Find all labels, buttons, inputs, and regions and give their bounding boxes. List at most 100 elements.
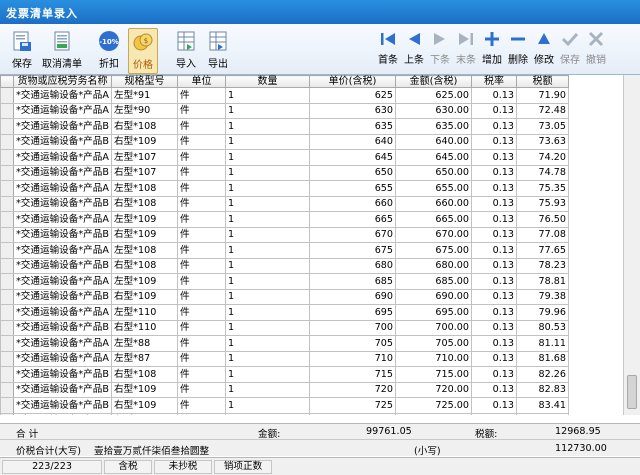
table-cell[interactable]: 78.23 <box>516 257 569 274</box>
table-cell[interactable]: 0.13 <box>471 118 517 135</box>
table-cell[interactable]: 670.00 <box>395 226 472 243</box>
column-header[interactable]: 税率 <box>471 75 517 88</box>
table-cell[interactable]: 右型*109 <box>111 133 178 150</box>
first-record-button[interactable]: 首条 <box>376 30 400 72</box>
table-cell[interactable]: 1 <box>225 381 310 398</box>
table-cell[interactable]: 730.00 <box>395 412 472 415</box>
table-cell[interactable]: 1 <box>225 149 310 166</box>
table-cell[interactable]: 件 <box>177 257 226 274</box>
table-cell[interactable]: 74.78 <box>516 164 569 181</box>
row-indicator[interactable] <box>0 242 14 259</box>
table-cell[interactable]: 件 <box>177 335 226 352</box>
table-cell[interactable]: 675 <box>309 242 396 259</box>
scrollbar-thumb[interactable] <box>627 375 637 409</box>
row-indicator[interactable] <box>0 211 14 228</box>
row-indicator[interactable] <box>0 164 14 181</box>
row-indicator[interactable] <box>0 381 14 398</box>
table-cell[interactable]: 0.13 <box>471 257 517 274</box>
table-cell[interactable]: 680.00 <box>395 257 472 274</box>
table-cell[interactable]: 0.13 <box>471 366 517 383</box>
column-header[interactable]: 规格型号 <box>111 75 178 88</box>
table-cell[interactable]: 81.11 <box>516 335 569 352</box>
table-cell[interactable]: 件 <box>177 180 226 197</box>
table-row[interactable]: *交通运输设备*产品B 右型*108 件 1 660 660.00 0.13 75.93 <box>0 195 569 212</box>
table-cell[interactable]: 0.13 <box>471 381 517 398</box>
table-cell[interactable]: 0.13 <box>471 304 517 321</box>
table-row[interactable]: *交通运输设备*产品A 左型*107 件 1 645 645.00 0.13 74.20 <box>0 149 569 166</box>
table-row[interactable]: *交通运输设备*产品B 右型*110 件 1 700 700.00 0.13 80.53 <box>0 319 569 336</box>
table-cell[interactable]: *交通运输设备*产品A <box>13 211 112 228</box>
table-cell[interactable]: 左型*109 <box>111 273 178 290</box>
save-record-button[interactable]: 保存 <box>558 30 582 72</box>
table-cell[interactable]: 83.41 <box>516 397 569 414</box>
table-row[interactable]: *交通运输设备*产品A 左型*110 件 1 695 695.00 0.13 79.96 <box>0 304 569 321</box>
table-cell[interactable]: *交通运输设备*产品B <box>13 226 112 243</box>
table-cell[interactable]: *交通运输设备*产品A <box>13 350 112 367</box>
table-cell[interactable]: *交通运输设备*产品B <box>13 397 112 414</box>
table-cell[interactable]: *交通运输设备*产品A <box>13 335 112 352</box>
column-header[interactable]: 单位 <box>177 75 226 88</box>
table-cell[interactable]: 660 <box>309 195 396 212</box>
table-row[interactable]: *交通运输设备*产品A 左型*88 件 1 705 705.00 0.13 81.11 <box>0 335 569 352</box>
table-cell[interactable]: 79.38 <box>516 288 569 305</box>
table-cell[interactable]: 件 <box>177 412 226 415</box>
table-cell[interactable]: 635.00 <box>395 118 472 135</box>
row-indicator[interactable] <box>0 102 14 119</box>
table-cell[interactable]: 件 <box>177 288 226 305</box>
table-row[interactable]: *交通运输设备*产品B 右型*107 件 1 650 650.00 0.13 74.78 <box>0 164 569 181</box>
table-cell[interactable]: 730 <box>309 412 396 415</box>
table-cell[interactable]: *交通运输设备*产品B <box>13 195 112 212</box>
table-cell[interactable]: 0.13 <box>471 149 517 166</box>
table-cell[interactable]: 695.00 <box>395 304 472 321</box>
table-cell[interactable]: 640.00 <box>395 133 472 150</box>
table-cell[interactable]: 1 <box>225 164 310 181</box>
table-cell[interactable]: 665 <box>309 211 396 228</box>
table-cell[interactable]: 79.96 <box>516 304 569 321</box>
column-header[interactable]: 税额 <box>516 75 569 88</box>
table-cell[interactable]: *交通运输设备*产品A <box>13 180 112 197</box>
table-cell[interactable]: *交通运输设备*产品A <box>13 149 112 166</box>
table-cell[interactable]: 件 <box>177 133 226 150</box>
table-cell[interactable]: 左型*109 <box>111 211 178 228</box>
table-cell[interactable]: 655.00 <box>395 180 472 197</box>
table-cell[interactable]: 73.63 <box>516 133 569 150</box>
next-record-button[interactable]: 下条 <box>428 30 452 72</box>
table-cell[interactable]: 655 <box>309 180 396 197</box>
table-cell[interactable]: 78.81 <box>516 273 569 290</box>
table-cell[interactable]: 715.00 <box>395 366 472 383</box>
table-cell[interactable]: 1 <box>225 397 310 414</box>
table-cell[interactable]: 0.13 <box>471 350 517 367</box>
table-cell[interactable]: *交通运输设备*产品A <box>13 102 112 119</box>
table-cell[interactable]: 675.00 <box>395 242 472 259</box>
table-cell[interactable]: 右型*110 <box>111 319 178 336</box>
row-indicator[interactable] <box>0 195 14 212</box>
table-row[interactable]: *交通运输设备*产品B 右型*109 件 1 670 670.00 0.13 77.08 <box>0 226 569 243</box>
table-cell[interactable]: 1 <box>225 226 310 243</box>
table-cell[interactable]: 720.00 <box>395 381 472 398</box>
table-cell[interactable]: 82.26 <box>516 366 569 383</box>
cancel-list-button[interactable]: 取消清单 <box>41 30 83 72</box>
table-cell[interactable]: 件 <box>177 304 226 321</box>
table-cell[interactable]: 件 <box>177 102 226 119</box>
table-cell[interactable]: 0.13 <box>471 335 517 352</box>
table-cell[interactable]: 右型*109 <box>111 226 178 243</box>
table-cell[interactable]: 725 <box>309 397 396 414</box>
table-row[interactable]: *交通运输设备*产品B 右型*109 件 1 720 720.00 0.13 82.83 <box>0 381 569 398</box>
table-cell[interactable]: 690.00 <box>395 288 472 305</box>
row-indicator[interactable] <box>0 304 14 321</box>
table-cell[interactable]: 76.50 <box>516 211 569 228</box>
table-cell[interactable]: *交通运输设备*产品B <box>13 319 112 336</box>
vertical-scrollbar[interactable] <box>623 75 640 415</box>
table-cell[interactable]: 右型*109 <box>111 381 178 398</box>
table-row[interactable]: *交通运输设备*产品A 左型*108 件 1 675 675.00 0.13 77.65 <box>0 242 569 259</box>
table-cell[interactable]: *交通运输设备*产品B <box>13 381 112 398</box>
table-cell[interactable]: 705.00 <box>395 335 472 352</box>
table-cell[interactable]: 1 <box>225 180 310 197</box>
table-cell[interactable]: 0.13 <box>471 195 517 212</box>
table-cell[interactable]: 0.13 <box>471 87 517 104</box>
table-cell[interactable]: 710.00 <box>395 350 472 367</box>
table-cell[interactable]: *交通运输设备*产品B <box>13 118 112 135</box>
table-cell[interactable]: 81.68 <box>516 350 569 367</box>
table-cell[interactable]: 1 <box>225 242 310 259</box>
column-header[interactable]: 单价(含税) <box>309 75 396 88</box>
